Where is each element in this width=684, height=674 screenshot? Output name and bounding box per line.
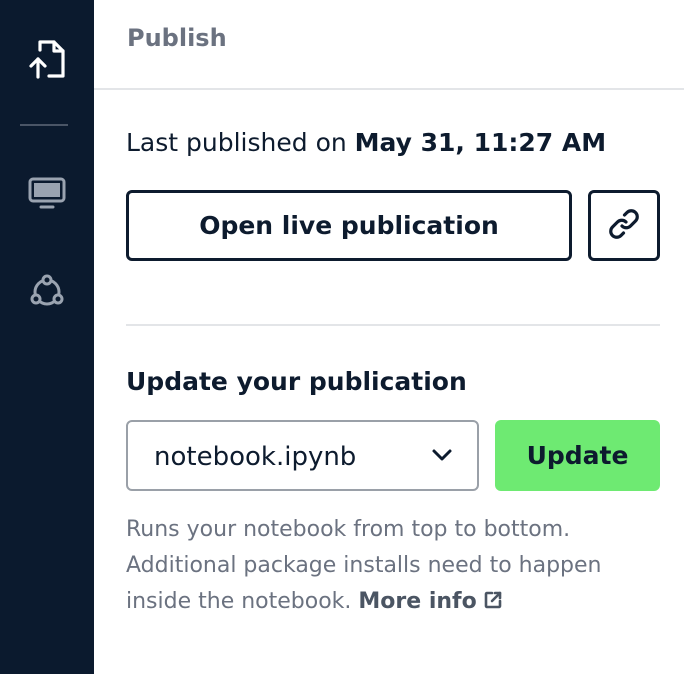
link-icon bbox=[607, 207, 641, 245]
notebook-select[interactable]: notebook.ipynb bbox=[126, 420, 479, 491]
sidebar bbox=[0, 0, 94, 674]
network-icon[interactable] bbox=[0, 272, 94, 312]
copy-link-button[interactable] bbox=[588, 190, 660, 261]
open-live-publication-button[interactable]: Open live publication bbox=[126, 190, 572, 261]
more-info-label: More info bbox=[358, 589, 477, 614]
update-help-text: Runs your notebook from top to bottom. A… bbox=[126, 512, 666, 622]
panel-header: Publish bbox=[94, 0, 684, 90]
file-upload-icon[interactable] bbox=[0, 38, 94, 80]
last-published-status: Last published on May 31, 11:27 AM bbox=[126, 128, 606, 157]
last-published-date: May 31, 11:27 AM bbox=[354, 128, 607, 157]
page-title: Publish bbox=[127, 24, 227, 52]
update-button[interactable]: Update bbox=[495, 420, 660, 491]
chevron-down-icon bbox=[431, 447, 453, 467]
notebook-select-value: notebook.ipynb bbox=[154, 442, 357, 472]
external-link-icon bbox=[483, 586, 503, 622]
sidebar-divider bbox=[20, 124, 68, 126]
update-section-heading: Update your publication bbox=[126, 367, 467, 396]
more-info-link[interactable]: More info bbox=[358, 589, 502, 614]
monitor-icon[interactable] bbox=[0, 175, 94, 211]
last-published-prefix: Last published on bbox=[126, 128, 347, 157]
section-divider bbox=[126, 324, 660, 326]
